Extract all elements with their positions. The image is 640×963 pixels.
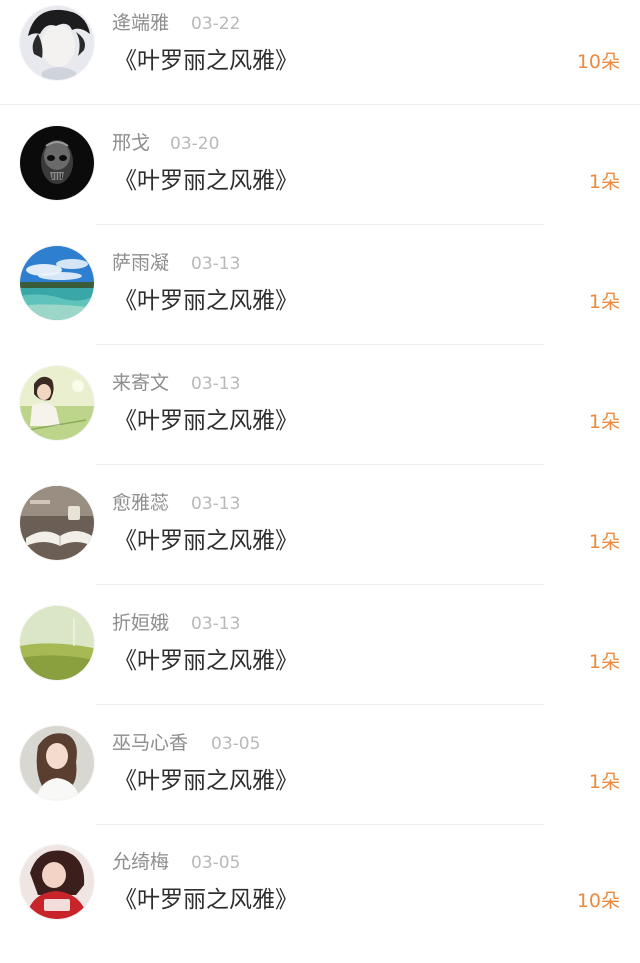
list-item[interactable]: 愈雅蕊 03-13 《叶罗丽之风雅》 1朵 [0, 484, 640, 604]
date: 03-20 [170, 134, 220, 154]
book-coffee-avatar-icon [20, 486, 94, 560]
skull-mask-avatar-icon [20, 126, 94, 200]
grassland-avatar-icon [20, 606, 94, 680]
divider [0, 104, 640, 105]
book-title: 《叶罗丽之风雅》 [114, 648, 298, 674]
gift-amount: 10朵 [576, 890, 620, 912]
avatar[interactable] [20, 366, 94, 440]
list-item[interactable]: 萨雨凝 03-13 《叶罗丽之风雅》 1朵 [0, 244, 640, 364]
book-title: 《叶罗丽之风雅》 [114, 528, 298, 554]
user-name: 逄端雅 [112, 12, 170, 34]
date: 03-13 [191, 614, 241, 634]
girl-in-field-avatar-icon [20, 366, 94, 440]
divider [96, 344, 544, 345]
gift-amount: 10朵 [576, 51, 620, 73]
gift-amount: 1朵 [588, 411, 620, 433]
date: 03-13 [191, 494, 241, 514]
woman-portrait-avatar-icon [20, 726, 94, 800]
gift-amount: 1朵 [588, 651, 620, 673]
list-item[interactable]: 来寄文 03-13 《叶罗丽之风雅》 1朵 [0, 364, 640, 484]
avatar[interactable] [20, 246, 94, 320]
book-title: 《叶罗丽之风雅》 [114, 288, 298, 314]
divider [96, 704, 544, 705]
avatar[interactable] [20, 486, 94, 560]
sea-sky-avatar-icon [20, 246, 94, 320]
divider [96, 824, 544, 825]
avatar[interactable] [20, 6, 94, 80]
date: 03-22 [191, 14, 241, 34]
user-name: 折姮娥 [112, 612, 170, 634]
list-item[interactable]: 巫马心香 03-05 《叶罗丽之风雅》 1朵 [0, 724, 640, 844]
divider [96, 464, 544, 465]
date: 03-05 [191, 853, 241, 873]
list-item[interactable]: 折姮娥 03-13 《叶罗丽之风雅》 1朵 [0, 604, 640, 724]
book-title: 《叶罗丽之风雅》 [114, 48, 298, 74]
user-name: 愈雅蕊 [112, 492, 170, 514]
avatar[interactable] [20, 726, 94, 800]
date: 03-13 [191, 254, 241, 274]
avatar[interactable] [20, 845, 94, 919]
gift-amount: 1朵 [588, 171, 620, 193]
red-hood-girl-avatar-icon [20, 845, 94, 919]
list-item[interactable]: 逄端雅 03-22 《叶罗丽之风雅》 10朵 [0, 4, 640, 124]
list-item[interactable]: 邢戈 03-20 《叶罗丽之风雅》 1朵 [0, 124, 640, 244]
user-name: 巫马心香 [112, 732, 189, 754]
book-title: 《叶罗丽之风雅》 [114, 887, 298, 913]
date: 03-13 [191, 374, 241, 394]
gift-amount: 1朵 [588, 291, 620, 313]
book-title: 《叶罗丽之风雅》 [114, 408, 298, 434]
user-name: 萨雨凝 [112, 252, 170, 274]
user-name: 邢戈 [112, 132, 151, 154]
dark-hair-boy-avatar-icon [20, 6, 94, 80]
book-title: 《叶罗丽之风雅》 [114, 768, 298, 794]
date: 03-05 [211, 734, 261, 754]
book-title: 《叶罗丽之风雅》 [114, 168, 298, 194]
divider [96, 584, 544, 585]
gift-list: 逄端雅 03-22 《叶罗丽之风雅》 10朵 邢戈 03-20 《叶罗丽之风雅》… [0, 0, 640, 927]
avatar[interactable] [20, 606, 94, 680]
user-name: 来寄文 [112, 372, 170, 394]
gift-amount: 1朵 [588, 531, 620, 553]
gift-amount: 1朵 [588, 771, 620, 793]
user-name: 允绮梅 [112, 851, 170, 873]
avatar[interactable] [20, 126, 94, 200]
divider [96, 224, 544, 225]
list-item[interactable]: 允绮梅 03-05 《叶罗丽之风雅》 10朵 [0, 843, 640, 963]
